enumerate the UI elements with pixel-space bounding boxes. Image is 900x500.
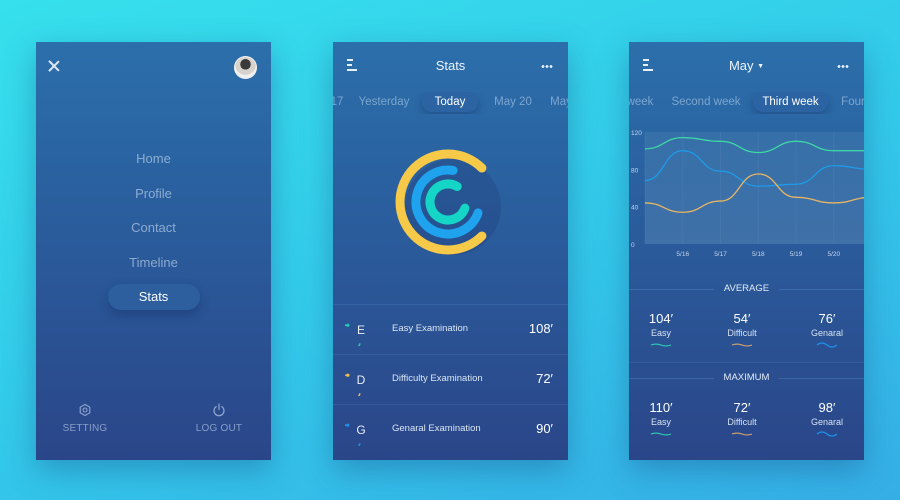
exam-row[interactable]: G Genaral Examination 90′: [333, 404, 568, 454]
stat-label: Easy: [650, 328, 671, 338]
tab-may-21[interactable]: May: [546, 92, 568, 112]
stat-easy: 110′ Easy: [631, 400, 691, 437]
stat-value: 72′: [733, 400, 751, 415]
page-title: Stats: [435, 58, 466, 73]
maximum-stats: 110′ Easy 72′ Difficult 98′ Genaral: [629, 400, 864, 450]
exam-name: Genaral Examination: [392, 423, 481, 434]
wave-icon: [650, 343, 672, 347]
stat-value: 110′: [649, 400, 673, 415]
stat-value: 54′: [733, 311, 751, 326]
y-tick-label: 120: [631, 130, 642, 137]
average-title: AVERAGE: [629, 283, 864, 294]
exam-row[interactable]: D Difficulty Examination 72′: [333, 354, 568, 404]
x-tick-label: 5/19: [790, 251, 803, 258]
month-selector[interactable]: May ▼: [629, 58, 864, 73]
wave-icon: [816, 431, 838, 437]
more-icon[interactable]: [541, 65, 553, 68]
day-tabs: 17 Yesterday Today May 20 May: [333, 92, 568, 114]
avatar[interactable]: [234, 56, 257, 79]
wave-icon: [816, 342, 838, 348]
stat-value: 98′: [818, 400, 836, 415]
exam-value: 108′: [528, 321, 553, 336]
logout-label: LOG OUT: [195, 423, 243, 434]
stat-label: Genaral: [810, 417, 844, 427]
close-icon[interactable]: [47, 59, 61, 73]
stat-easy: 104′ Easy: [631, 311, 691, 348]
exam-name: Easy Examination: [392, 323, 469, 334]
tab-may-20[interactable]: May 20: [488, 92, 538, 112]
setting-label: SETTING: [62, 423, 108, 434]
tab-fourth-week[interactable]: Four: [837, 92, 864, 112]
tab-yesterday[interactable]: Yesterday: [353, 92, 415, 112]
nav-item-contact[interactable]: Contact: [108, 215, 200, 241]
y-tick-label: 0: [631, 242, 635, 249]
divider: [629, 362, 864, 363]
logout-button[interactable]: LOG OUT: [179, 403, 259, 434]
setting-button[interactable]: SETTING: [45, 403, 125, 434]
x-tick-label: 5/17: [714, 251, 727, 258]
stat-genaral: 76′ Genaral: [797, 311, 857, 348]
tab-17[interactable]: 17: [333, 92, 345, 112]
month-label: May: [728, 58, 754, 73]
x-tick-label: 5/18: [752, 251, 765, 258]
exam-list: E Easy Examination 108′ D Difficulty Examina…: [333, 304, 568, 454]
nav-item-profile[interactable]: Profile: [108, 181, 200, 207]
stats-panel: Stats 17 Yesterday Today May 20 May E Eas…: [333, 42, 568, 460]
tab-today[interactable]: Today: [422, 92, 478, 112]
stat-label: Genaral: [810, 328, 844, 338]
more-icon[interactable]: [837, 65, 849, 68]
nav-menu: Home Profile Contact Timeline Stats: [36, 146, 271, 319]
exam-letter: D: [356, 373, 366, 387]
stat-label: Difficult: [727, 328, 757, 338]
average-stats: 104′ Easy 54′ Difficult 76′ Genaral: [629, 311, 864, 361]
exam-letter: G: [356, 423, 366, 437]
nav-item-stats[interactable]: Stats: [107, 284, 200, 310]
maximum-title: MAXIMUM: [629, 372, 864, 383]
exam-letter: E: [356, 323, 365, 337]
gear-icon: [79, 403, 91, 417]
exam-row[interactable]: E Easy Examination 108′: [333, 304, 568, 354]
exam-value: 90′: [536, 421, 553, 436]
x-tick-label: 5/16: [676, 251, 689, 258]
stat-value: 76′: [818, 311, 836, 326]
wave-icon: [731, 343, 753, 347]
week-panel: May ▼ week Second week Third week Four 0…: [629, 42, 864, 460]
exam-name: Difficulty Examination: [392, 373, 483, 384]
stat-value: 104′: [648, 311, 674, 326]
y-tick-label: 40: [631, 205, 639, 212]
caret-down-icon: ▼: [757, 63, 765, 70]
line-chart: 0 40 80 120 5/16 5/17 5/18 5/19 5/20: [631, 130, 864, 258]
menu-panel: Home Profile Contact Timeline Stats SETT…: [36, 42, 271, 460]
chart-plot-area: [645, 132, 864, 244]
stat-difficult: 72′ Difficult: [712, 400, 772, 437]
nav-item-timeline[interactable]: Timeline: [108, 250, 200, 276]
stat-genaral: 98′ Genaral: [797, 400, 857, 437]
y-tick-label: 80: [631, 167, 639, 174]
stat-label: Easy: [650, 417, 671, 427]
week-tabs: week Second week Third week Four: [629, 92, 864, 114]
tab-third-week[interactable]: Third week: [753, 92, 828, 112]
nav-item-home[interactable]: Home: [108, 146, 200, 172]
power-icon: [213, 403, 225, 417]
stat-difficult: 54′ Difficult: [712, 311, 772, 348]
progress-rings: [395, 149, 501, 255]
stat-label: Difficult: [727, 417, 757, 427]
tab-first-week[interactable]: week: [629, 92, 657, 112]
wave-icon: [731, 432, 753, 436]
wave-icon: [650, 432, 672, 436]
tab-second-week[interactable]: Second week: [669, 92, 743, 112]
exam-value: 72′: [536, 371, 553, 386]
x-tick-label: 5/20: [827, 251, 840, 258]
